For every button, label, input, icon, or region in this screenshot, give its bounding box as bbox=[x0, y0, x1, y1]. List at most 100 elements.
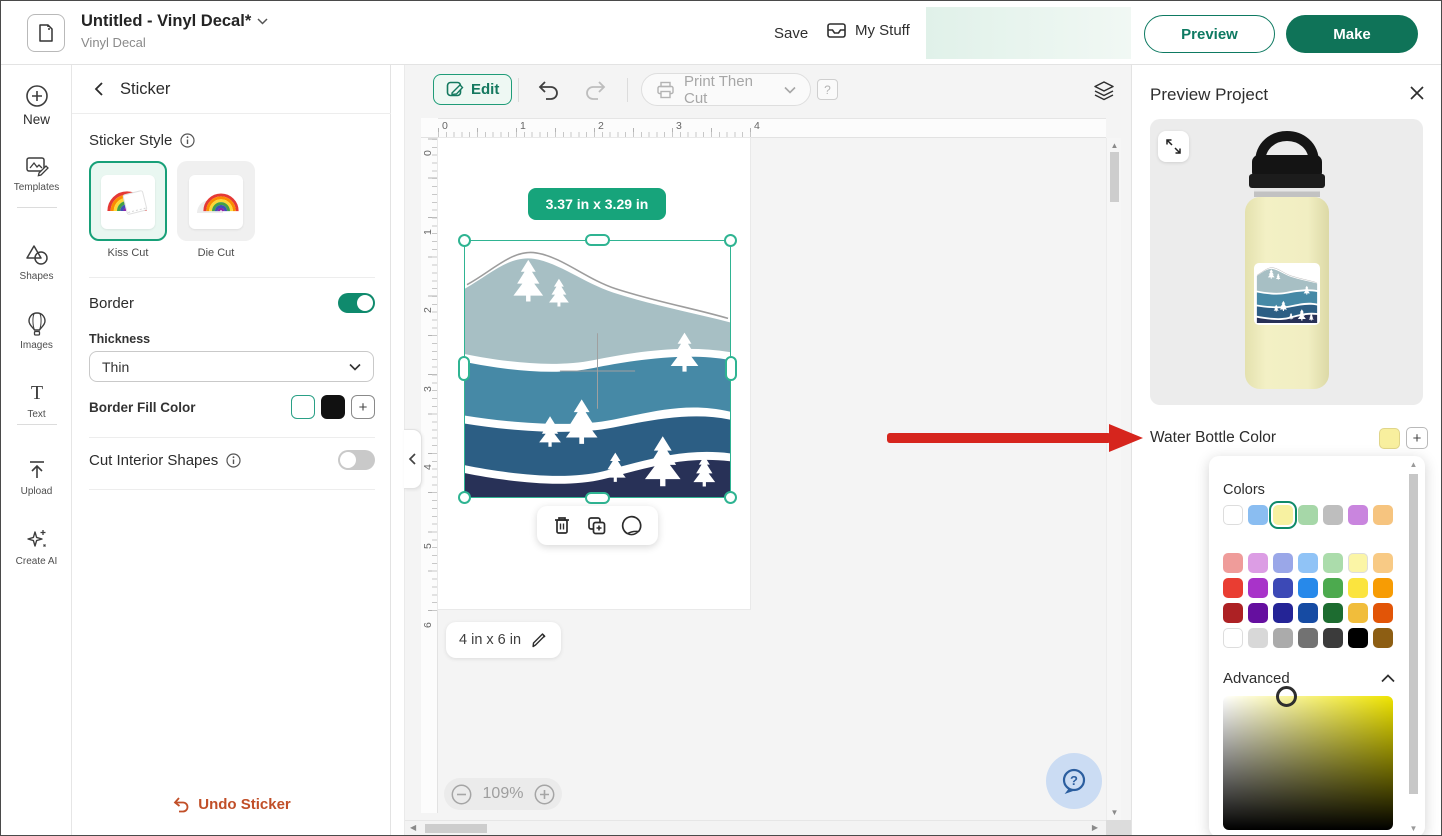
sidebar-item-shapes[interactable]: Shapes bbox=[1, 242, 72, 282]
color-swatch[interactable] bbox=[1273, 553, 1293, 573]
sticker-selection[interactable] bbox=[464, 240, 731, 498]
scroll-left-arrow[interactable]: ◀ bbox=[410, 823, 416, 832]
color-swatch[interactable] bbox=[1298, 553, 1318, 573]
color-swatch[interactable] bbox=[1323, 578, 1343, 598]
sidebar-item-images[interactable]: Images bbox=[1, 311, 72, 351]
sticker-artwork[interactable] bbox=[465, 241, 730, 497]
color-swatch[interactable] bbox=[1373, 578, 1393, 598]
sticker-peel-icon[interactable] bbox=[621, 515, 643, 537]
scroll-down-arrow[interactable]: ▼ bbox=[1107, 808, 1122, 817]
artboard-size-control[interactable]: 4 in x 6 in bbox=[446, 622, 561, 658]
help-button[interactable]: ? bbox=[1046, 753, 1102, 809]
delete-icon[interactable] bbox=[552, 515, 572, 536]
close-icon[interactable] bbox=[1409, 85, 1425, 101]
color-swatch[interactable] bbox=[1298, 603, 1318, 623]
sticker-style-kiss-cut[interactable] bbox=[89, 161, 167, 241]
layers-icon[interactable] bbox=[1093, 80, 1115, 102]
cut-interior-toggle[interactable] bbox=[338, 450, 375, 470]
scroll-up-arrow[interactable]: ▲ bbox=[1107, 141, 1122, 150]
color-swatch[interactable] bbox=[1323, 628, 1343, 648]
doc-title-row[interactable]: Untitled - Vinyl Decal* bbox=[81, 12, 268, 31]
border-color-black-swatch[interactable] bbox=[321, 395, 345, 419]
color-swatch[interactable] bbox=[1248, 628, 1268, 648]
make-button[interactable]: Make bbox=[1286, 15, 1418, 53]
resize-handle-s[interactable] bbox=[585, 492, 610, 504]
panel-collapse-tab[interactable] bbox=[404, 429, 422, 489]
sidebar-item-templates[interactable]: Templates bbox=[1, 153, 72, 193]
color-swatch[interactable] bbox=[1223, 578, 1243, 598]
color-swatch[interactable] bbox=[1373, 505, 1393, 525]
border-color-white-swatch[interactable] bbox=[291, 395, 315, 419]
resize-handle-se[interactable] bbox=[724, 491, 737, 504]
color-swatch[interactable] bbox=[1323, 553, 1343, 573]
sidebar-item-upload[interactable]: Upload bbox=[1, 457, 72, 497]
advanced-color-gradient[interactable] bbox=[1223, 696, 1393, 830]
color-swatch[interactable] bbox=[1298, 578, 1318, 598]
color-swatch[interactable] bbox=[1223, 553, 1243, 573]
back-chevron-icon[interactable] bbox=[92, 81, 108, 97]
expand-preview-button[interactable] bbox=[1158, 131, 1189, 162]
scroll-right-arrow[interactable]: ▶ bbox=[1092, 823, 1098, 832]
scrollbar-thumb[interactable] bbox=[1110, 152, 1119, 202]
pencil-icon[interactable] bbox=[531, 632, 548, 649]
resize-handle-ne[interactable] bbox=[724, 234, 737, 247]
color-swatch[interactable] bbox=[1348, 603, 1368, 623]
info-icon[interactable] bbox=[226, 453, 241, 468]
color-swatch[interactable] bbox=[1248, 603, 1268, 623]
sidebar-item-create-ai[interactable]: Create AI bbox=[1, 527, 72, 567]
color-swatch[interactable] bbox=[1248, 505, 1268, 525]
color-swatch[interactable] bbox=[1273, 578, 1293, 598]
zoom-in-button[interactable] bbox=[534, 784, 555, 805]
resize-handle-w[interactable] bbox=[458, 356, 470, 381]
color-swatch[interactable] bbox=[1273, 603, 1293, 623]
color-swatch[interactable] bbox=[1373, 628, 1393, 648]
add-color-button[interactable]: + bbox=[1406, 427, 1428, 449]
color-swatch[interactable] bbox=[1348, 578, 1368, 598]
resize-handle-nw[interactable] bbox=[458, 234, 471, 247]
color-swatch[interactable] bbox=[1373, 603, 1393, 623]
sidebar-item-text[interactable]: T Text bbox=[1, 380, 72, 420]
canvas-horizontal-scrollbar[interactable]: ◀ ▶ bbox=[405, 820, 1106, 836]
color-swatch[interactable] bbox=[1323, 505, 1343, 525]
my-stuff-button[interactable]: My Stuff bbox=[826, 21, 910, 39]
color-swatch[interactable] bbox=[1273, 628, 1293, 648]
canvas-vertical-scrollbar[interactable]: ▲ ▼ bbox=[1106, 138, 1121, 820]
undo-sticker-button[interactable]: Undo Sticker bbox=[72, 795, 391, 813]
border-toggle[interactable] bbox=[338, 293, 375, 313]
color-swatch[interactable] bbox=[1298, 505, 1318, 525]
color-swatch[interactable] bbox=[1223, 603, 1243, 623]
preview-button[interactable]: Preview bbox=[1144, 15, 1275, 53]
scroll-down-arrow[interactable]: ▼ bbox=[1407, 824, 1420, 833]
undo-button[interactable] bbox=[537, 79, 561, 101]
color-swatch[interactable] bbox=[1348, 628, 1368, 648]
chevron-up-icon[interactable] bbox=[1381, 674, 1395, 683]
color-swatch[interactable] bbox=[1223, 628, 1243, 648]
resize-handle-e[interactable] bbox=[725, 356, 737, 381]
print-then-cut-dropdown[interactable]: Print Then Cut bbox=[641, 73, 811, 106]
color-swatch[interactable] bbox=[1248, 578, 1268, 598]
sticker-style-die-cut[interactable] bbox=[177, 161, 255, 241]
save-button[interactable]: Save bbox=[774, 25, 808, 42]
color-swatch[interactable] bbox=[1373, 553, 1393, 573]
selected-bottle-color-swatch[interactable] bbox=[1379, 428, 1400, 449]
scrollbar-thumb[interactable] bbox=[1409, 474, 1418, 794]
resize-handle-sw[interactable] bbox=[458, 491, 471, 504]
color-swatch[interactable] bbox=[1273, 505, 1293, 525]
color-swatch[interactable] bbox=[1348, 553, 1368, 573]
redo-button[interactable] bbox=[583, 79, 607, 101]
info-icon[interactable] bbox=[180, 133, 195, 148]
popup-scrollbar[interactable]: ▲ ▼ bbox=[1407, 460, 1420, 833]
thickness-select[interactable]: Thin bbox=[89, 351, 374, 382]
add-border-color-button[interactable]: + bbox=[351, 395, 375, 419]
color-swatch[interactable] bbox=[1298, 628, 1318, 648]
zoom-out-button[interactable] bbox=[451, 784, 472, 805]
gradient-cursor[interactable] bbox=[1276, 686, 1297, 707]
color-swatch[interactable] bbox=[1223, 505, 1243, 525]
color-swatch[interactable] bbox=[1323, 603, 1343, 623]
help-tooltip-button[interactable]: ? bbox=[817, 79, 838, 100]
scroll-up-arrow[interactable]: ▲ bbox=[1407, 460, 1420, 469]
project-document-button[interactable] bbox=[27, 14, 65, 52]
edit-button[interactable]: Edit bbox=[433, 74, 512, 105]
sidebar-item-new[interactable]: New bbox=[1, 83, 72, 127]
duplicate-icon[interactable] bbox=[586, 515, 607, 536]
